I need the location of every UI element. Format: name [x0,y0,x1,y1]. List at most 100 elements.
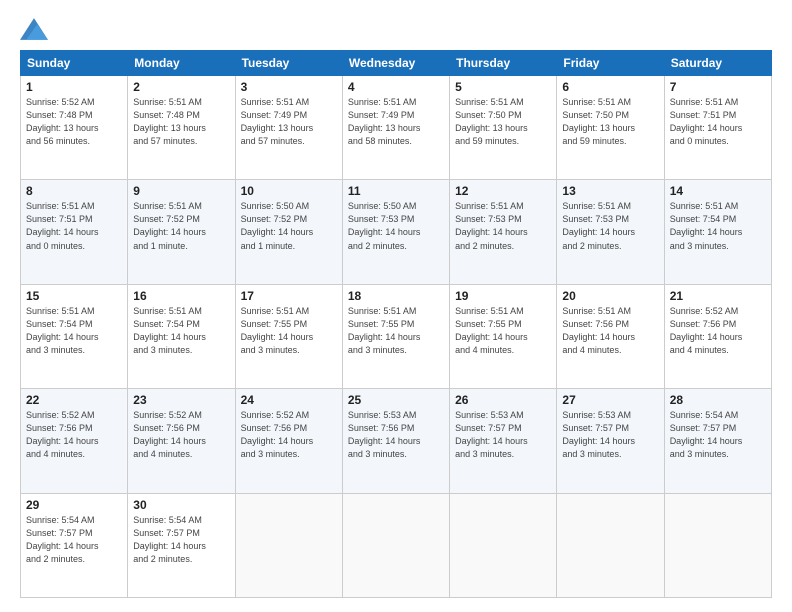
calendar-cell: 30 Sunrise: 5:54 AM Sunset: 7:57 PM Dayli… [128,493,235,597]
day-number: 2 [133,80,229,94]
day-info: Sunrise: 5:50 AM Sunset: 7:53 PM Dayligh… [348,200,444,252]
day-number: 20 [562,289,658,303]
day-info: Sunrise: 5:51 AM Sunset: 7:51 PM Dayligh… [26,200,122,252]
day-info: Sunrise: 5:51 AM Sunset: 7:55 PM Dayligh… [455,305,551,357]
weekday-header-monday: Monday [128,51,235,76]
calendar-cell [557,493,664,597]
calendar-cell: 25 Sunrise: 5:53 AM Sunset: 7:56 PM Dayli… [342,389,449,493]
day-info: Sunrise: 5:51 AM Sunset: 7:55 PM Dayligh… [241,305,337,357]
calendar-cell [342,493,449,597]
day-info: Sunrise: 5:51 AM Sunset: 7:56 PM Dayligh… [562,305,658,357]
day-number: 4 [348,80,444,94]
day-info: Sunrise: 5:52 AM Sunset: 7:56 PM Dayligh… [241,409,337,461]
weekday-header-wednesday: Wednesday [342,51,449,76]
day-info: Sunrise: 5:54 AM Sunset: 7:57 PM Dayligh… [133,514,229,566]
calendar-cell: 23 Sunrise: 5:52 AM Sunset: 7:56 PM Dayli… [128,389,235,493]
day-number: 11 [348,184,444,198]
day-info: Sunrise: 5:51 AM Sunset: 7:48 PM Dayligh… [133,96,229,148]
calendar-cell: 27 Sunrise: 5:53 AM Sunset: 7:57 PM Dayli… [557,389,664,493]
day-info: Sunrise: 5:52 AM Sunset: 7:56 PM Dayligh… [133,409,229,461]
day-number: 12 [455,184,551,198]
day-number: 26 [455,393,551,407]
calendar-cell: 7 Sunrise: 5:51 AM Sunset: 7:51 PM Daylig… [664,76,771,180]
day-info: Sunrise: 5:51 AM Sunset: 7:53 PM Dayligh… [455,200,551,252]
day-number: 24 [241,393,337,407]
calendar-cell: 15Sunrise: 5:51 AM Sunset: 7:54 PM Dayli… [21,284,128,388]
calendar-cell: 4Sunrise: 5:51 AM Sunset: 7:49 PM Daylig… [342,76,449,180]
day-info: Sunrise: 5:51 AM Sunset: 7:52 PM Dayligh… [133,200,229,252]
calendar-cell: 5Sunrise: 5:51 AM Sunset: 7:50 PM Daylig… [450,76,557,180]
header [20,18,772,40]
day-info: Sunrise: 5:51 AM Sunset: 7:50 PM Dayligh… [562,96,658,148]
calendar-cell: 19 Sunrise: 5:51 AM Sunset: 7:55 PM Dayli… [450,284,557,388]
day-number: 9 [133,184,229,198]
day-info: Sunrise: 5:53 AM Sunset: 7:57 PM Dayligh… [455,409,551,461]
day-number: 3 [241,80,337,94]
day-info: Sunrise: 5:53 AM Sunset: 7:56 PM Dayligh… [348,409,444,461]
weekday-header-thursday: Thursday [450,51,557,76]
day-info: Sunrise: 5:51 AM Sunset: 7:50 PM Dayligh… [455,96,551,148]
calendar-cell [235,493,342,597]
calendar-cell: 1 Sunrise: 5:52 AM Sunset: 7:48 PM Daylig… [21,76,128,180]
day-number: 10 [241,184,337,198]
week-row-2: 8 Sunrise: 5:51 AM Sunset: 7:51 PM Daylig… [21,180,772,284]
day-number: 28 [670,393,766,407]
day-info: Sunrise: 5:51 AM Sunset: 7:54 PM Dayligh… [133,305,229,357]
day-number: 18 [348,289,444,303]
calendar-cell: 29Sunrise: 5:54 AM Sunset: 7:57 PM Dayli… [21,493,128,597]
week-row-1: 1 Sunrise: 5:52 AM Sunset: 7:48 PM Daylig… [21,76,772,180]
calendar-cell: 2 Sunrise: 5:51 AM Sunset: 7:48 PM Daylig… [128,76,235,180]
calendar-cell: 8 Sunrise: 5:51 AM Sunset: 7:51 PM Daylig… [21,180,128,284]
calendar-cell [664,493,771,597]
calendar-cell [450,493,557,597]
day-number: 7 [670,80,766,94]
day-number: 13 [562,184,658,198]
weekday-header-sunday: Sunday [21,51,128,76]
calendar-cell: 28Sunrise: 5:54 AM Sunset: 7:57 PM Dayli… [664,389,771,493]
page: SundayMondayTuesdayWednesdayThursdayFrid… [0,0,792,612]
day-info: Sunrise: 5:51 AM Sunset: 7:51 PM Dayligh… [670,96,766,148]
day-info: Sunrise: 5:52 AM Sunset: 7:56 PM Dayligh… [26,409,122,461]
day-number: 30 [133,498,229,512]
calendar-cell: 9 Sunrise: 5:51 AM Sunset: 7:52 PM Daylig… [128,180,235,284]
calendar-cell: 6 Sunrise: 5:51 AM Sunset: 7:50 PM Daylig… [557,76,664,180]
week-row-5: 29 Sunrise: 5:54 AM Sunset: 7:57 PM Dayli… [21,493,772,597]
day-info: Sunrise: 5:51 AM Sunset: 7:49 PM Dayligh… [241,96,337,148]
calendar-table: SundayMondayTuesdayWednesdayThursdayFrid… [20,50,772,598]
day-number: 17 [241,289,337,303]
calendar-cell: 10 Sunrise: 5:50 AM Sunset: 7:52 PM Dayli… [235,180,342,284]
weekday-header-row: SundayMondayTuesdayWednesdayThursdayFrid… [21,51,772,76]
calendar-cell: 11 Sunrise: 5:50 AM Sunset: 7:53 PM Dayli… [342,180,449,284]
calendar-cell: 14Sunrise: 5:51 AM Sunset: 7:54 PM Dayli… [664,180,771,284]
weekday-header-tuesday: Tuesday [235,51,342,76]
day-number: 25 [348,393,444,407]
weekday-header-friday: Friday [557,51,664,76]
day-number: 29 [26,498,122,512]
day-info: Sunrise: 5:53 AM Sunset: 7:57 PM Dayligh… [562,409,658,461]
day-number: 8 [26,184,122,198]
day-number: 1 [26,80,122,94]
calendar-cell: 22Sunrise: 5:52 AM Sunset: 7:56 PM Dayli… [21,389,128,493]
day-info: Sunrise: 5:52 AM Sunset: 7:48 PM Dayligh… [26,96,122,148]
day-number: 23 [133,393,229,407]
day-number: 21 [670,289,766,303]
calendar-cell: 18 Sunrise: 5:51 AM Sunset: 7:55 PM Dayli… [342,284,449,388]
calendar-cell: 20 Sunrise: 5:51 AM Sunset: 7:56 PM Dayli… [557,284,664,388]
day-number: 19 [455,289,551,303]
day-info: Sunrise: 5:51 AM Sunset: 7:55 PM Dayligh… [348,305,444,357]
day-number: 15 [26,289,122,303]
calendar-cell: 12 Sunrise: 5:51 AM Sunset: 7:53 PM Dayli… [450,180,557,284]
logo [20,18,52,40]
week-row-4: 22Sunrise: 5:52 AM Sunset: 7:56 PM Dayli… [21,389,772,493]
logo-icon [20,18,48,40]
day-info: Sunrise: 5:50 AM Sunset: 7:52 PM Dayligh… [241,200,337,252]
day-number: 27 [562,393,658,407]
weekday-header-saturday: Saturday [664,51,771,76]
calendar-cell: 17 Sunrise: 5:51 AM Sunset: 7:55 PM Dayli… [235,284,342,388]
calendar-cell: 16Sunrise: 5:51 AM Sunset: 7:54 PM Dayli… [128,284,235,388]
calendar-cell: 26 Sunrise: 5:53 AM Sunset: 7:57 PM Dayli… [450,389,557,493]
day-info: Sunrise: 5:51 AM Sunset: 7:54 PM Dayligh… [670,200,766,252]
day-number: 6 [562,80,658,94]
calendar-cell: 24 Sunrise: 5:52 AM Sunset: 7:56 PM Dayli… [235,389,342,493]
day-info: Sunrise: 5:52 AM Sunset: 7:56 PM Dayligh… [670,305,766,357]
